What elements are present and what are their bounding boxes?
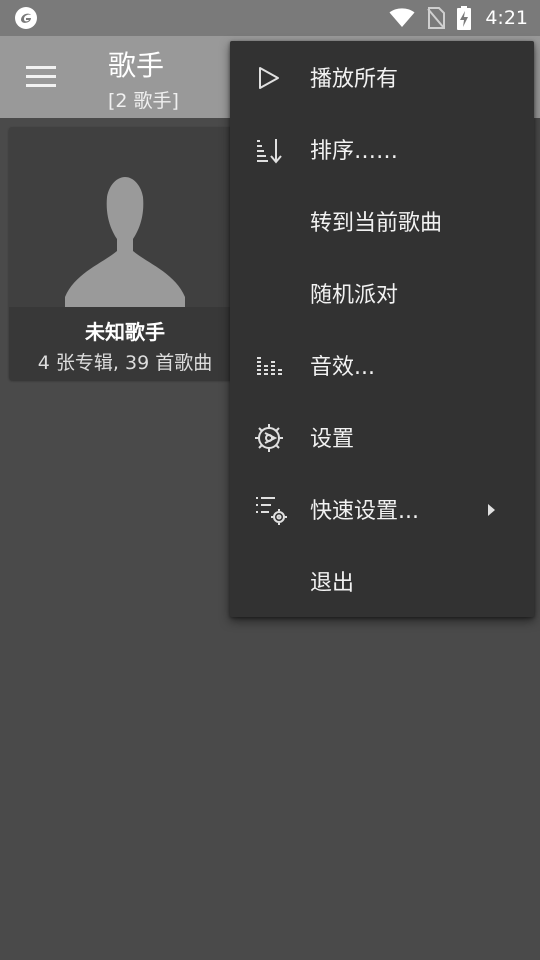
page-subtitle: [2 歌手]	[108, 90, 179, 112]
status-bar: 4:21	[0, 0, 540, 36]
menu-item-label: 音效...	[310, 355, 375, 380]
no-sim-icon	[427, 7, 446, 29]
menu-item-party-shuffle[interactable]: 随机派对	[230, 257, 534, 329]
artist-placeholder-icon	[9, 127, 241, 307]
menu-item-settings[interactable]: 设置	[230, 401, 534, 473]
artist-meta: 4 张专辑, 39 首歌曲	[37, 352, 213, 374]
artist-name: 未知歌手	[85, 320, 165, 344]
page-title: 歌手	[108, 49, 165, 82]
menu-item-quick-settings[interactable]: 快速设置...	[230, 473, 534, 545]
menu-item-audio-effects[interactable]: 音效...	[230, 329, 534, 401]
app-notification-icon	[15, 7, 37, 29]
play-icon	[259, 67, 279, 89]
sort-icon	[257, 139, 282, 164]
menu-item-label: 快速设置...	[310, 499, 419, 524]
equalizer-icon	[257, 357, 282, 375]
menu-item-label: 随机派对	[310, 283, 399, 308]
quick-settings-icon	[256, 497, 287, 525]
status-time: 4:21	[485, 7, 528, 29]
artist-info: 未知歌手 4 张专辑, 39 首歌曲	[9, 307, 241, 380]
overflow-menu: 播放所有 排序…… 转到当前歌曲 随机派对 音效... 设置 快速设置... 退…	[230, 41, 534, 617]
submenu-arrow-icon	[488, 504, 495, 516]
menu-item-label: 排序……	[310, 139, 399, 164]
menu-item-label: 设置	[310, 427, 355, 452]
menu-item-label: 播放所有	[310, 67, 399, 92]
settings-icon	[255, 424, 283, 452]
menu-item-sort[interactable]: 排序……	[230, 113, 534, 185]
artist-card[interactable]: 未知歌手 4 张专辑, 39 首歌曲	[9, 127, 241, 380]
menu-item-play-all[interactable]: 播放所有	[230, 41, 534, 113]
hamburger-menu-icon[interactable]	[26, 66, 58, 90]
menu-item-exit[interactable]: 退出	[230, 545, 534, 617]
wifi-icon	[389, 8, 415, 27]
menu-item-go-to-current-song[interactable]: 转到当前歌曲	[230, 185, 534, 257]
menu-item-label: 转到当前歌曲	[310, 211, 443, 236]
menu-item-label: 退出	[310, 571, 355, 596]
battery-charging-icon	[457, 6, 472, 30]
